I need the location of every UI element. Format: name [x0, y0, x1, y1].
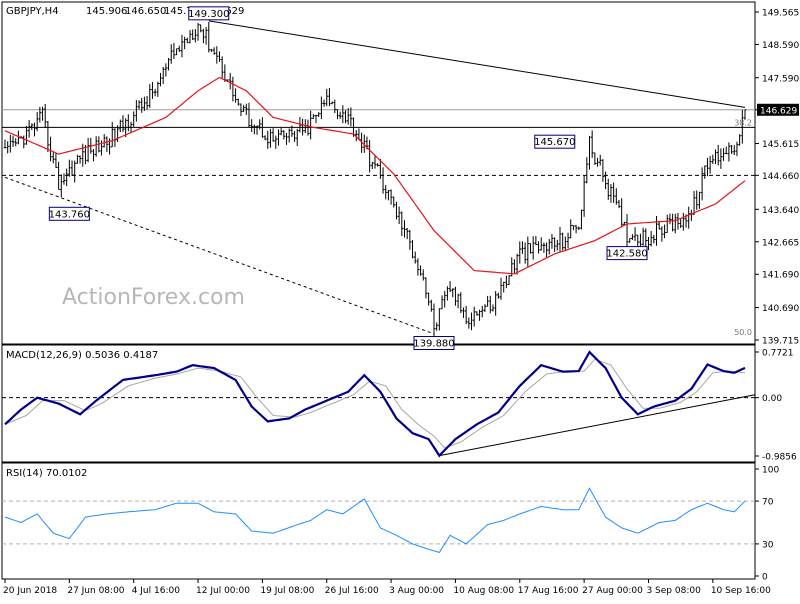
- x-tick-label: 10 Sep 16:00: [711, 586, 771, 596]
- price-label: 145.670: [534, 137, 575, 148]
- rsi-y-tick-label: 0: [762, 573, 768, 583]
- x-tick-label: 4 Jul 16:00: [132, 586, 181, 596]
- macd-y-tick-label: 0.7721: [762, 349, 794, 359]
- x-tick-label: 17 Aug 16:00: [518, 586, 579, 596]
- rsi-y-tick-label: 70: [762, 498, 774, 508]
- x-tick-label: 10 Aug 08:00: [453, 586, 514, 596]
- price-y-tick-label: 149.565: [762, 9, 799, 19]
- price-y-tick-label: 148.590: [762, 41, 799, 51]
- price-y-tick-label: 140.690: [762, 304, 799, 314]
- x-tick-label: 20 Jun 2018: [3, 586, 57, 596]
- price-label: 142.580: [606, 249, 647, 260]
- x-tick-label: 27 Aug 00:00: [582, 586, 643, 596]
- x-tick-label: 26 Jul 16:00: [325, 586, 379, 596]
- price-y-tick-label: 147.590: [762, 74, 799, 84]
- x-tick-label: 3 Sep 08:00: [646, 586, 701, 596]
- x-tick-label: 3 Aug 00:00: [389, 586, 444, 596]
- price-label: 139.880: [413, 339, 454, 350]
- chart-high: 146.650: [125, 6, 166, 17]
- price-y-tick-label: 145.615: [762, 140, 799, 150]
- price-y-tick-label: 139.715: [762, 337, 799, 347]
- x-tick-label: 12 Jul 00:00: [196, 586, 250, 596]
- macd-title: MACD(12,26,9) 0.5036 0.4187: [6, 350, 158, 361]
- price-y-tick-label: 143.640: [762, 206, 799, 216]
- current-price-label: 146.629: [760, 106, 797, 116]
- rsi-y-tick-label: 100: [762, 466, 779, 476]
- watermark: ActionForex.com: [62, 285, 245, 310]
- fib-level-label: 38.2: [734, 118, 752, 127]
- rsi-y-tick-label: 30: [762, 540, 774, 550]
- chart-root: ActionForex.com GBPJPY,H4 145.906 146.65…: [0, 0, 800, 600]
- chart-symbol: GBPJPY,H4: [6, 6, 59, 17]
- price-label: 149.300: [188, 9, 229, 20]
- fib-level-label: 50.0: [734, 328, 752, 337]
- chart-open: 145.906: [86, 6, 127, 17]
- x-tick-label: 27 Jun 08:00: [67, 586, 124, 596]
- price-label: 143.760: [49, 209, 90, 220]
- chart-canvas: ActionForex.com GBPJPY,H4 145.906 146.65…: [0, 0, 800, 600]
- price-y-tick-label: 141.690: [762, 271, 799, 281]
- price-y-tick-label: 142.665: [762, 238, 799, 248]
- macd-y-tick-label: -0.9856: [762, 453, 797, 463]
- price-y-tick-label: 144.660: [762, 172, 799, 182]
- macd-y-tick-label: 0.00: [762, 394, 782, 404]
- x-tick-label: 19 Jul 08:00: [260, 586, 314, 596]
- rsi-title: RSI(14) 70.0102: [6, 468, 87, 479]
